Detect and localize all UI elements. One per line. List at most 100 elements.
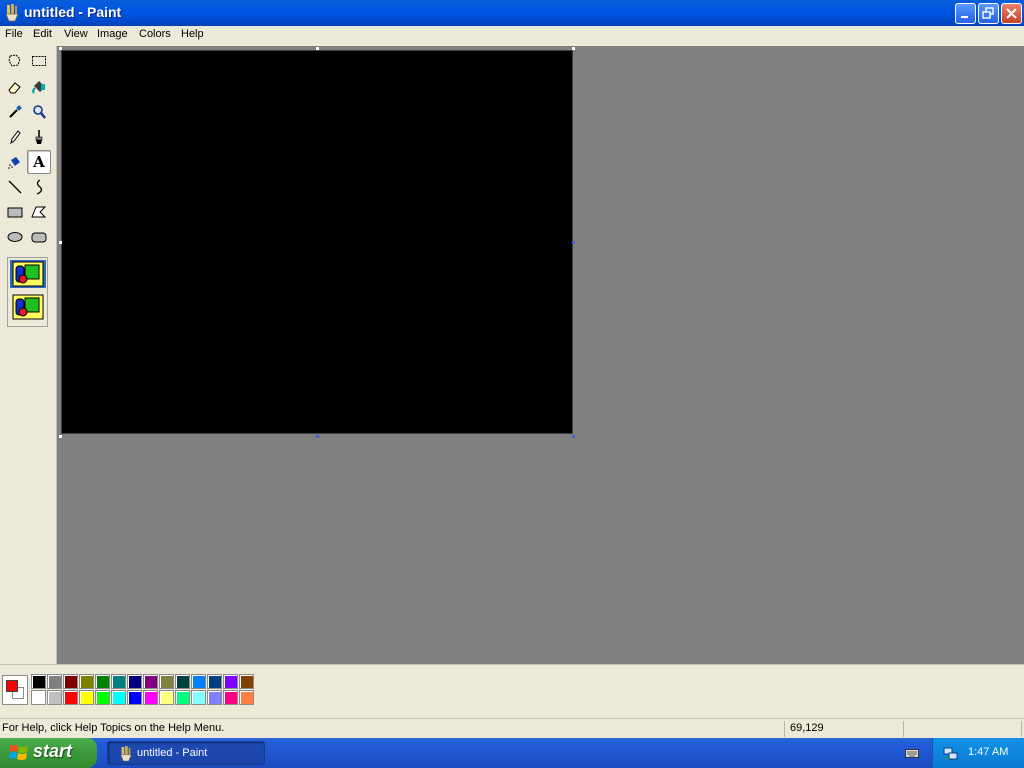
rounded-rectangle-icon — [31, 232, 47, 243]
tool-box: A — [0, 46, 57, 664]
palette-swatch[interactable] — [223, 674, 238, 689]
palette-swatch[interactable] — [175, 690, 190, 705]
close-icon — [1006, 8, 1017, 19]
select-icon — [32, 56, 46, 66]
title-bar[interactable]: untitled - Paint — [0, 0, 1024, 26]
rectangle-tool[interactable] — [3, 200, 27, 224]
pencil-icon — [10, 130, 21, 145]
palette-swatch[interactable] — [239, 690, 254, 705]
transparent-background-option[interactable] — [10, 293, 46, 321]
foreground-color — [6, 680, 18, 692]
pencil-tool[interactable] — [3, 125, 27, 149]
palette-swatch[interactable] — [223, 690, 238, 705]
line-tool[interactable] — [3, 175, 27, 199]
resize-handle-bottom[interactable] — [316, 435, 319, 438]
menu-view[interactable]: View — [64, 28, 88, 40]
polygon-icon — [31, 206, 47, 218]
airbrush-icon — [8, 157, 20, 169]
keyboard-icon[interactable] — [905, 747, 919, 759]
magnifier-tool[interactable] — [27, 100, 51, 124]
pick-color-icon — [9, 105, 22, 118]
palette-swatch[interactable] — [111, 674, 126, 689]
palette-swatch[interactable] — [95, 674, 110, 689]
fill-tool[interactable] — [27, 75, 51, 99]
brush-icon — [35, 130, 43, 144]
status-help-text: For Help, click Help Topics on the Help … — [2, 722, 225, 734]
free-form-select-tool[interactable] — [3, 49, 27, 73]
opaque-background-icon — [12, 261, 44, 287]
palette-swatch[interactable] — [239, 674, 254, 689]
curve-icon — [36, 179, 43, 195]
palette-swatch[interactable] — [63, 674, 78, 689]
palette-swatch[interactable] — [143, 690, 158, 705]
windows-logo-icon — [9, 745, 28, 760]
rectangle-icon — [7, 207, 23, 218]
ellipse-icon — [7, 232, 23, 242]
menu-help[interactable]: Help — [181, 28, 204, 40]
pick-color-tool[interactable] — [3, 100, 27, 124]
curve-tool[interactable] — [27, 175, 51, 199]
drawing-canvas[interactable] — [61, 50, 573, 434]
resize-handle-right[interactable] — [572, 241, 575, 244]
paint-app-icon — [5, 4, 19, 22]
menu-image[interactable]: Image — [97, 28, 128, 40]
paint-app-icon — [120, 746, 132, 762]
eraser-tool[interactable] — [3, 75, 27, 99]
palette-swatch[interactable] — [111, 690, 126, 705]
palette-swatch[interactable] — [159, 690, 174, 705]
system-tray: 1:47 AM — [932, 738, 1024, 768]
window-title: untitled - Paint — [24, 4, 122, 20]
resize-handle-bottom-right[interactable] — [572, 435, 575, 438]
brush-tool[interactable] — [27, 125, 51, 149]
tool-options — [7, 257, 48, 327]
restore-icon — [982, 7, 994, 19]
status-coordinates: 69,129 — [790, 722, 824, 734]
maximize-button[interactable] — [978, 3, 999, 24]
menu-file[interactable]: File — [5, 28, 23, 40]
fill-with-color-icon — [32, 81, 45, 94]
polygon-tool[interactable] — [27, 200, 51, 224]
palette-swatch[interactable] — [47, 690, 62, 705]
magnifier-icon — [33, 105, 46, 119]
resize-handle-top — [316, 47, 319, 50]
menu-bar: File Edit View Image Colors Help — [0, 26, 1024, 45]
menu-colors[interactable]: Colors — [139, 28, 171, 40]
text-icon: A — [33, 153, 45, 171]
start-button[interactable]: start — [0, 738, 97, 768]
palette-swatch[interactable] — [95, 690, 110, 705]
palette-swatch[interactable] — [47, 674, 62, 689]
palette-swatch[interactable] — [143, 674, 158, 689]
close-button[interactable] — [1001, 3, 1022, 24]
palette-swatch[interactable] — [127, 674, 142, 689]
menu-edit[interactable]: Edit — [33, 28, 52, 40]
line-icon — [8, 180, 22, 194]
palette-swatch[interactable] — [191, 690, 206, 705]
palette-swatch[interactable] — [31, 674, 46, 689]
palette-swatch[interactable] — [127, 690, 142, 705]
rounded-rectangle-tool[interactable] — [27, 225, 51, 249]
taskbar-item-paint[interactable]: untitled - Paint — [107, 741, 265, 765]
status-divider — [1021, 721, 1022, 737]
select-tool[interactable] — [27, 49, 51, 73]
status-bar: For Help, click Help Topics on the Help … — [0, 718, 1024, 738]
palette-swatch[interactable] — [31, 690, 46, 705]
network-icon[interactable] — [943, 745, 959, 761]
palette-swatch[interactable] — [79, 674, 94, 689]
airbrush-tool[interactable] — [3, 150, 27, 174]
ellipse-tool[interactable] — [3, 225, 27, 249]
status-divider — [784, 721, 785, 737]
palette-swatch[interactable] — [175, 674, 190, 689]
taskbar-item-label: untitled - Paint — [137, 747, 208, 759]
palette-swatch[interactable] — [79, 690, 94, 705]
palette-swatch[interactable] — [207, 690, 222, 705]
palette-swatch[interactable] — [191, 674, 206, 689]
resize-handle-bottom-left — [59, 435, 62, 438]
text-tool[interactable]: A — [27, 150, 51, 174]
minimize-button[interactable] — [955, 3, 976, 24]
palette-swatch[interactable] — [159, 674, 174, 689]
palette-swatch[interactable] — [207, 674, 222, 689]
palette-swatch[interactable] — [63, 690, 78, 705]
opaque-background-option[interactable] — [10, 260, 46, 288]
clock[interactable]: 1:47 AM — [968, 746, 1008, 758]
resize-handle-left — [59, 241, 62, 244]
